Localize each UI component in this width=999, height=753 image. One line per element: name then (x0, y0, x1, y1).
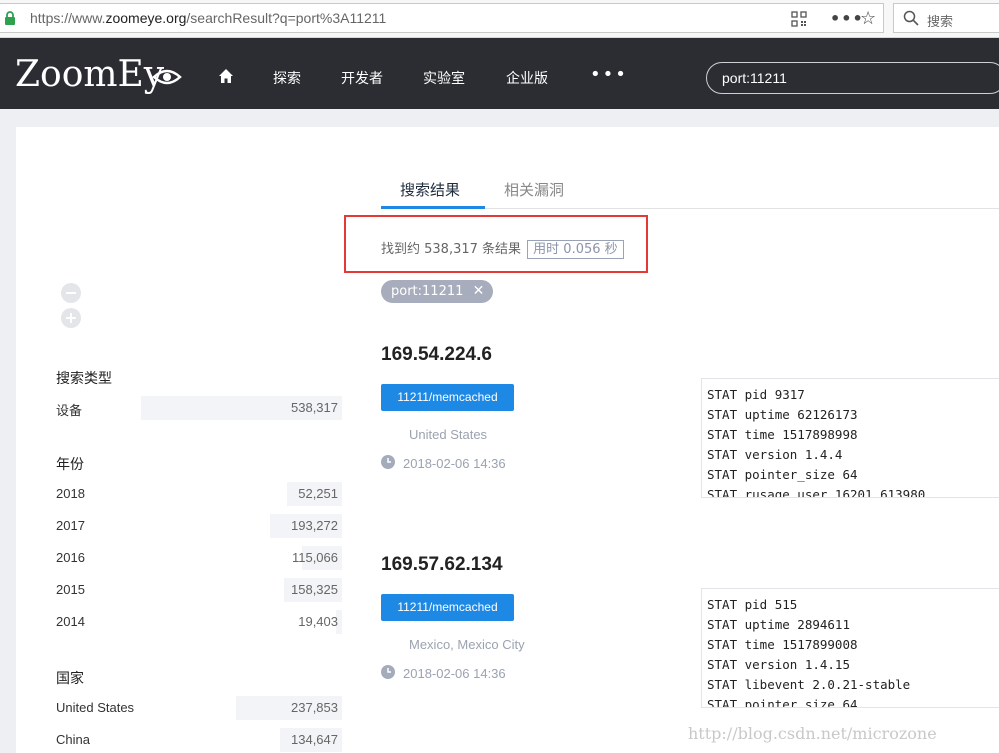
facet-label: United States (56, 700, 135, 715)
tab-search-results[interactable]: 搜索结果 (400, 179, 460, 200)
facet-label: 设备 (56, 403, 83, 418)
banner-line: STAT pointer_size 64 (707, 697, 858, 708)
browser-search-placeholder: 搜索 (927, 15, 954, 30)
result-count-text: 找到约 538,317 条结果 (381, 242, 522, 257)
result-location[interactable]: United States (409, 427, 487, 442)
result-date: 2018-02-06 14:36 (403, 666, 506, 681)
result-date: 2018-02-06 14:36 (403, 456, 506, 471)
facet-label: 2017 (56, 518, 85, 533)
facet-title-year: 年份 (56, 457, 84, 473)
banner-line: STAT uptime 62126173 (707, 407, 858, 422)
site-search-value: port:11211 (722, 70, 787, 86)
result-location[interactable]: Mexico, Mexico City (409, 637, 525, 652)
facet-row[interactable]: 设备 538,317 (56, 396, 342, 420)
facet-label: 2016 (56, 550, 85, 565)
facet-count: 193,272 (291, 518, 338, 533)
address-bar[interactable]: https://www.zoomeye.org/searchResult?q=p… (0, 3, 884, 33)
close-icon[interactable]: ✕ (473, 280, 485, 303)
nav-developer[interactable]: 开发者 (341, 68, 383, 88)
result-ip[interactable]: 169.54.224.6 (381, 344, 492, 366)
url-path: /searchResult?q=port%3A11211 (186, 10, 387, 26)
service-tag[interactable]: 11211/memcached (381, 384, 514, 411)
filter-chip-label: port:11211 (391, 284, 464, 299)
nav-explore[interactable]: 探索 (273, 68, 301, 88)
facet-row[interactable]: 2017 193,272 (56, 514, 342, 538)
query-time-badge: 用时 0.056 秒 (527, 240, 624, 259)
clock-icon (381, 455, 395, 469)
tab-related-vulns[interactable]: 相关漏洞 (504, 179, 564, 200)
banner-line: STAT time 1517898998 (707, 427, 858, 442)
service-tag[interactable]: 11211/memcached (381, 594, 514, 621)
facet-count: 52,251 (298, 486, 338, 501)
url-domain: zoomeye.org (105, 10, 187, 26)
facet-count: 134,647 (291, 732, 338, 747)
facet-row[interactable]: 2018 52,251 (56, 482, 342, 506)
watermark: http://blog.csdn.net/microzone (688, 724, 937, 743)
facet-row[interactable]: 2015 158,325 (56, 578, 342, 602)
facet-title-search-type: 搜索类型 (56, 371, 112, 387)
browser-toolbar: https://www.zoomeye.org/searchResult?q=p… (0, 0, 999, 38)
filter-chip[interactable]: port:11211 ✕ (381, 280, 494, 303)
facet-label: 2015 (56, 582, 85, 597)
lock-icon (5, 11, 15, 25)
facet-label: 2014 (56, 614, 85, 629)
banner-line: STAT rusage_user 16201.613980 (707, 487, 926, 498)
clock-icon (381, 665, 395, 679)
facet-title-country: 国家 (56, 671, 84, 687)
search-icon (903, 10, 919, 26)
site-search-input[interactable]: port:11211 (706, 62, 999, 94)
facet-count: 237,853 (291, 700, 338, 715)
result-ip[interactable]: 169.57.62.134 (381, 554, 503, 576)
result-summary: 找到约 538,317 条结果 用时 0.056 秒 (381, 238, 624, 259)
zoom-out-icon[interactable] (61, 283, 81, 303)
banner-line: STAT time 1517899008 (707, 637, 858, 652)
facet-row[interactable]: 2014 19,403 (56, 610, 342, 634)
zoom-in-icon[interactable] (61, 308, 81, 328)
page-actions-icon[interactable]: ••• (830, 9, 864, 28)
banner-line: STAT pointer_size 64 (707, 467, 858, 482)
bookmark-star-icon[interactable]: ☆ (860, 8, 876, 29)
banner-box: STAT pid 9317 STAT uptime 62126173 STAT … (701, 378, 999, 498)
url-prefix: https://www. (30, 10, 106, 26)
facet-count: 115,066 (291, 550, 338, 565)
banner-line: STAT version 1.4.4 (707, 447, 843, 462)
nav-enterprise[interactable]: 企业版 (506, 68, 548, 88)
facet-count: 19,403 (298, 614, 338, 629)
qr-code-icon[interactable] (791, 11, 807, 27)
home-icon[interactable] (218, 68, 234, 84)
facet-label: China (56, 732, 90, 747)
banner-line: STAT uptime 2894611 (707, 617, 850, 632)
banner-line: STAT version 1.4.15 (707, 657, 850, 672)
nav-more-icon[interactable]: ••• (590, 64, 628, 85)
nav-lab[interactable]: 实验室 (423, 68, 465, 88)
banner-line: STAT libevent 2.0.21-stable (707, 677, 911, 692)
site-header: ZoomEy 探索 开发者 实验室 企业版 ••• port:11211 (0, 38, 999, 109)
url-text: https://www.zoomeye.org/searchResult?q=p… (30, 10, 386, 26)
facet-count: 538,317 (291, 400, 338, 415)
logo-eye-icon (152, 69, 182, 85)
facet-count: 158,325 (291, 582, 338, 597)
banner-line: STAT pid 9317 (707, 387, 805, 402)
banner-line: STAT pid 515 (707, 597, 798, 612)
facet-row[interactable]: China 134,647 (56, 728, 342, 752)
banner-box: STAT pid 515 STAT uptime 2894611 STAT ti… (701, 588, 999, 708)
browser-search-box[interactable]: 搜索 (893, 3, 999, 33)
facet-row[interactable]: 2016 115,066 (56, 546, 342, 570)
facet-label: 2018 (56, 486, 85, 501)
facet-row[interactable]: United States 237,853 (56, 696, 342, 720)
active-tab-indicator (381, 206, 485, 209)
logo[interactable]: ZoomEy (15, 54, 164, 95)
